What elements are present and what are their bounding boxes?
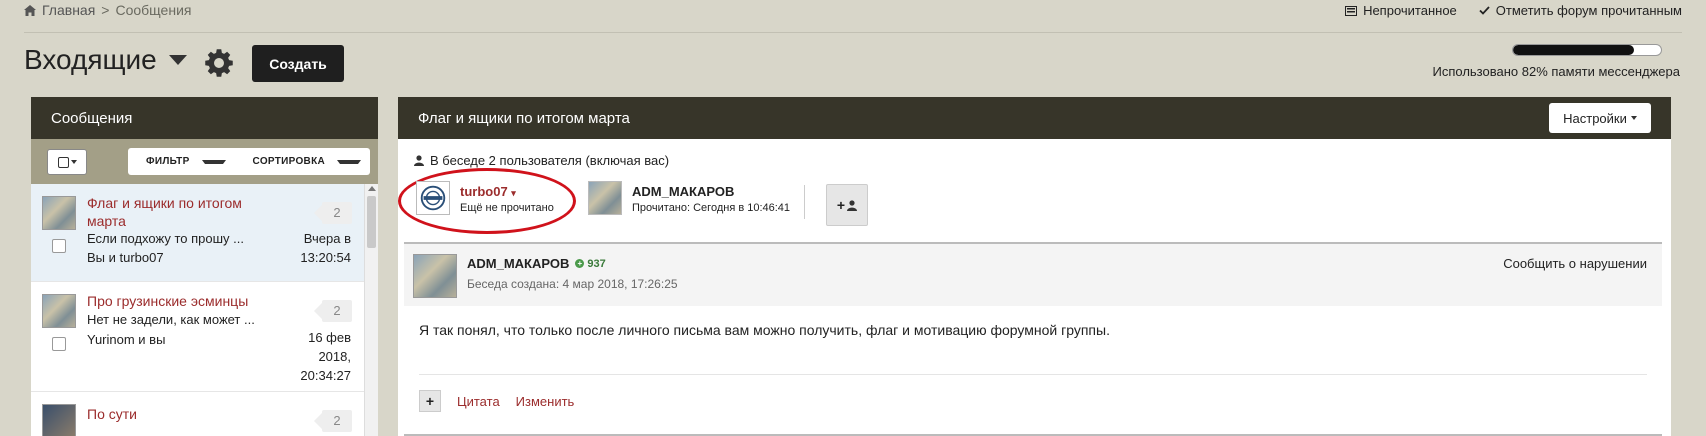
message-participants: Вы и turbo07 xyxy=(87,250,164,265)
message-snippet: Нет не задели, как может ... xyxy=(87,312,255,327)
settings-button[interactable]: Настройки xyxy=(1549,103,1651,133)
sort-label: СОРТИРОВКА xyxy=(252,156,325,167)
participant-name[interactable]: turbo07 ▾ xyxy=(460,184,516,199)
avatar xyxy=(42,196,76,230)
messages-panel-header: Сообщения xyxy=(31,97,378,139)
edit-link[interactable]: Изменить xyxy=(516,394,575,409)
post-author[interactable]: ADM_МАКАРОВ xyxy=(467,256,569,271)
divider xyxy=(419,374,1647,375)
reply-count-badge: 2 xyxy=(314,410,352,432)
message-date: 16 фев 2018, 20:34:27 xyxy=(300,330,351,383)
memory-text: Использовано 82% памяти мессенджера xyxy=(1432,64,1681,79)
plus-circle-icon: + xyxy=(575,259,585,268)
conversation-info: В беседе 2 пользователя (включая вас) xyxy=(414,153,669,168)
message-title[interactable]: Про грузинские эсминцы xyxy=(87,292,262,310)
message-post: ADM_МАКАРОВ + 937 Беседа создана: 4 мар … xyxy=(404,242,1662,436)
chevron-down-icon xyxy=(168,55,187,65)
list-item[interactable]: Флаг и ящики по итогом марта Если подхож… xyxy=(31,184,364,282)
participant-status: Ещё не прочитано xyxy=(460,202,554,214)
caret-down-icon: ▾ xyxy=(511,188,516,198)
messages-toolbar: ФИЛЬТР СОРТИРОВКА xyxy=(31,139,378,184)
breadcrumb-separator: > xyxy=(101,2,110,18)
gear-icon[interactable] xyxy=(204,48,234,78)
unread-icon xyxy=(1345,5,1358,16)
avatar[interactable] xyxy=(416,181,450,215)
post-body: Я так понял, что только после личного пи… xyxy=(419,322,1110,338)
page-title: Входящие xyxy=(24,44,157,75)
conversation-panel: Флаг и ящики по итогом марта Настройки В… xyxy=(398,97,1671,436)
avatar[interactable] xyxy=(413,254,457,298)
avatar xyxy=(42,294,76,328)
participant-name[interactable]: ADM_МАКАРОВ xyxy=(632,184,734,199)
reputation-value: 937 xyxy=(587,257,606,270)
post-date: Беседа создана: 4 мар 2018, 17:26:25 xyxy=(467,277,678,291)
message-snippet: Если подхожу то прошу ... xyxy=(87,231,244,246)
scrollbar[interactable] xyxy=(364,184,378,436)
message-checkbox[interactable] xyxy=(52,239,66,253)
select-all-dropdown[interactable] xyxy=(47,149,87,175)
chevron-down-icon xyxy=(70,160,77,164)
mark-read-link[interactable]: Отметить форум прочитанным xyxy=(1479,3,1682,18)
home-icon xyxy=(24,4,36,16)
mark-read-label: Отметить форум прочитанным xyxy=(1495,3,1682,18)
top-bar: Главная > Сообщения Непрочитанное Отмети… xyxy=(24,0,1682,33)
chevron-down-icon xyxy=(1630,116,1637,120)
plus-icon: + xyxy=(836,197,846,213)
message-participants: Yurinom и вы xyxy=(87,332,166,347)
conversation-info-text: В беседе 2 пользователя (включая вас) xyxy=(430,153,670,168)
settings-label: Настройки xyxy=(1563,110,1627,126)
list-item[interactable]: Про грузинские эсминцы Нет не задели, ка… xyxy=(31,282,364,392)
message-title[interactable]: По сути xyxy=(87,405,262,423)
avatar xyxy=(42,404,76,436)
avatar[interactable] xyxy=(588,181,622,215)
post-actions: + Цитата Изменить xyxy=(419,390,574,412)
filter-sort-group: ФИЛЬТР СОРТИРОВКА xyxy=(128,148,370,175)
divider xyxy=(804,185,805,219)
add-participant-button[interactable]: + xyxy=(826,184,868,226)
page-title-dropdown[interactable]: Входящие xyxy=(24,44,187,76)
reply-count-badge: 2 xyxy=(314,202,352,224)
message-title[interactable]: Флаг и ящики по итогом марта xyxy=(87,194,262,230)
breadcrumb-home-link[interactable]: Главная xyxy=(42,2,95,18)
create-button[interactable]: Создать xyxy=(252,45,344,82)
message-list: Флаг и ящики по итогом марта Если подхож… xyxy=(31,184,378,436)
memory-bar-fill xyxy=(1513,45,1635,55)
unread-label: Непрочитанное xyxy=(1363,3,1457,18)
breadcrumb: Главная > Сообщения xyxy=(24,2,191,18)
breadcrumb-current: Сообщения xyxy=(115,2,192,18)
user-icon xyxy=(414,155,424,166)
conversation-header: Флаг и ящики по итогом марта Настройки xyxy=(398,97,1671,139)
post-header: ADM_МАКАРОВ + 937 Беседа создана: 4 мар … xyxy=(404,244,1662,306)
participant-status: Прочитано: Сегодня в 10:46:41 xyxy=(632,202,791,214)
check-icon xyxy=(1479,6,1490,15)
filter-button[interactable]: ФИЛЬТР xyxy=(128,156,235,167)
chevron-down-icon xyxy=(201,159,226,164)
filter-label: ФИЛЬТР xyxy=(146,156,190,167)
user-icon xyxy=(847,199,858,211)
multiquote-plus-button[interactable]: + xyxy=(419,390,441,412)
unread-link[interactable]: Непрочитанное xyxy=(1345,3,1457,18)
message-date: Вчера в 13:20:54 xyxy=(300,231,351,265)
report-link[interactable]: Сообщить о нарушении xyxy=(1503,256,1647,271)
reputation-badge: + 937 xyxy=(575,257,606,270)
memory-usage: Использовано 82% памяти мессенджера xyxy=(1420,44,1680,79)
conversation-title: Флаг и ящики по итогом марта xyxy=(418,110,630,127)
checkbox-icon xyxy=(57,156,69,168)
reply-count-badge: 2 xyxy=(314,300,352,322)
messages-panel: Сообщения ФИЛЬТР СОРТИРОВКА Флаг и ящики… xyxy=(31,97,378,436)
sort-button[interactable]: СОРТИРОВКА xyxy=(235,156,370,167)
post-author-line: ADM_МАКАРОВ + 937 xyxy=(467,256,606,271)
top-actions: Непрочитанное Отметить форум прочитанным xyxy=(1345,3,1682,18)
list-item[interactable]: По сути 2 xyxy=(31,392,364,436)
scroll-thumb[interactable] xyxy=(367,196,376,248)
scroll-up-arrow-icon[interactable] xyxy=(368,186,376,191)
quote-link[interactable]: Цитата xyxy=(457,394,500,409)
memory-bar xyxy=(1512,44,1662,56)
message-checkbox[interactable] xyxy=(52,337,66,351)
chevron-down-icon xyxy=(337,159,361,164)
